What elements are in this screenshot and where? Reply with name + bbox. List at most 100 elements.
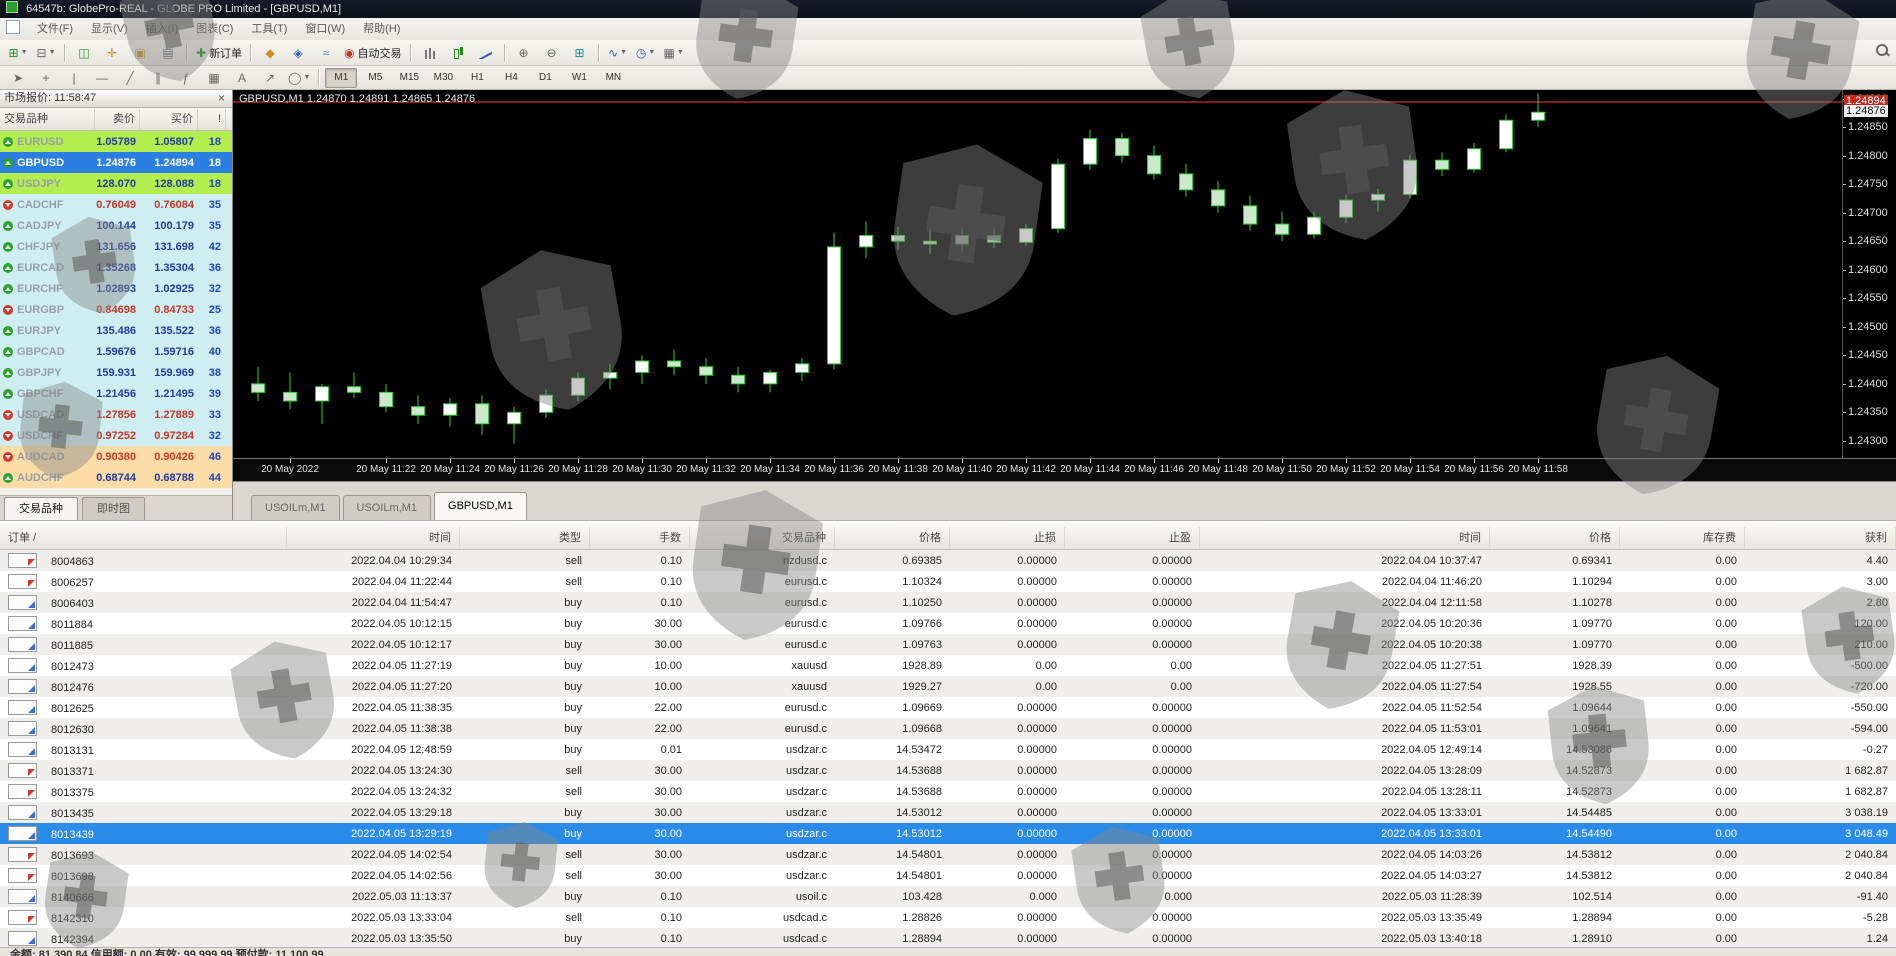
orders-column-header[interactable]: 交易品种 <box>690 527 835 549</box>
market-watch-row[interactable]: GBPCHF1.214561.2149539 <box>0 383 232 404</box>
grid-button[interactable]: ▦ <box>201 67 227 89</box>
tile-windows-button[interactable]: ⊞ <box>567 42 593 64</box>
time-axis[interactable]: 20 May 202220 May 11:2220 May 11:2420 Ma… <box>233 459 1843 482</box>
timeframe-mn[interactable]: MN <box>597 68 629 88</box>
orders-column-header[interactable]: 价格 <box>1490 527 1620 549</box>
menu-item[interactable]: 窗口(W) <box>296 18 354 40</box>
line-chart-button[interactable] <box>473 42 499 64</box>
order-row[interactable]: 80134352022.04.05 13:29:18buy30.00usdzar… <box>0 802 1896 823</box>
signals-button[interactable]: ≈ <box>313 42 339 64</box>
close-icon[interactable]: × <box>215 90 228 107</box>
orders-column-header[interactable]: 时间 <box>1200 527 1490 549</box>
market-watch-button[interactable]: ◫ <box>71 42 97 64</box>
search-icon[interactable] <box>1876 44 1888 56</box>
market-watch-row[interactable]: EURUSD1.057891.0580718 <box>0 131 232 152</box>
orders-column-header[interactable]: 获利 <box>1745 527 1896 549</box>
market-watch-row[interactable]: USDCAD1.278561.2788933 <box>0 404 232 425</box>
orders-column-header[interactable]: 手数 <box>590 527 690 549</box>
timeframe-h4[interactable]: H4 <box>495 68 527 88</box>
horizontal-line-button[interactable]: — <box>89 67 115 89</box>
new-chart-button[interactable]: ⊞▼ <box>5 42 31 64</box>
mw-column-header[interactable]: 卖价 <box>95 109 140 130</box>
menu-item[interactable]: 插入(I) <box>137 18 187 40</box>
market-watch-row[interactable]: AUDCAD0.903800.9042646 <box>0 446 232 467</box>
chart-tab[interactable]: USOILm,M1 <box>251 495 340 520</box>
price-axis[interactable]: 1.249001.248501.248001.247501.247001.246… <box>1842 90 1896 458</box>
market-watch-row[interactable]: EURCHF1.028931.0292532 <box>0 278 232 299</box>
menu-item[interactable]: 帮助(H) <box>354 18 409 40</box>
orders-column-header[interactable]: 时间 <box>287 527 460 549</box>
market-watch-row[interactable]: AUDCHF0.687440.6878844 <box>0 467 232 488</box>
market-watch-row[interactable]: CHFJPY131.656131.69842 <box>0 236 232 257</box>
timeframe-m15[interactable]: M15 <box>393 68 425 88</box>
tester-button[interactable]: ▤ <box>155 42 181 64</box>
timeframe-d1[interactable]: D1 <box>529 68 561 88</box>
periods-button[interactable]: ◷▼ <box>633 42 659 64</box>
order-row[interactable]: 81423942022.05.03 13:35:50buy0.10usdcad.… <box>0 928 1896 949</box>
vertical-line-button[interactable]: | <box>61 67 87 89</box>
chart-plot-area[interactable]: GBPUSD,M1 1.24870 1.24891 1.24865 1.2487… <box>233 90 1896 459</box>
order-row[interactable]: 80118852022.04.05 10:12:17buy30.00eurusd… <box>0 634 1896 655</box>
channel-button[interactable]: ∥ <box>145 67 171 89</box>
market-watch-row[interactable]: CADCHF0.760490.7608435 <box>0 194 232 215</box>
timeframe-m5[interactable]: M5 <box>359 68 391 88</box>
menu-item[interactable]: 图表(C) <box>187 18 242 40</box>
metaeditor-button[interactable]: ◆ <box>257 42 283 64</box>
orders-column-header[interactable]: 类型 <box>460 527 590 549</box>
orders-column-header[interactable]: 止损 <box>950 527 1065 549</box>
chart-tab[interactable]: GBPUSD,M1 <box>434 492 527 520</box>
market-watch-row[interactable]: USDCHF0.972520.9728432 <box>0 425 232 446</box>
order-row[interactable]: 80124762022.04.05 11:27:20buy10.00xauusd… <box>0 676 1896 697</box>
timeframe-w1[interactable]: W1 <box>563 68 595 88</box>
order-row[interactable]: 80133712022.04.05 13:24:30sell30.00usdza… <box>0 760 1896 781</box>
order-row[interactable]: 80131312022.04.05 12:48:59buy0.01usdzar.… <box>0 739 1896 760</box>
mw-column-header[interactable]: 买价 <box>140 109 198 130</box>
templates-button[interactable]: ▦▼ <box>661 42 687 64</box>
candlestick-chart-button[interactable] <box>445 42 471 64</box>
auto-trading-button[interactable]: ◉自动交易 <box>341 42 404 64</box>
arrows-button[interactable]: ↗ <box>257 67 283 89</box>
order-row[interactable]: 80126302022.04.05 11:38:38buy22.00eurusd… <box>0 718 1896 739</box>
menu-item[interactable]: 文件(F) <box>28 18 82 40</box>
order-row[interactable]: 80062572022.04.04 11:22:44sell0.10eurusd… <box>0 571 1896 592</box>
crosshair-button[interactable]: + <box>33 67 59 89</box>
cursor-button[interactable]: ➤ <box>5 67 31 89</box>
mw-column-header[interactable]: 交易品种 <box>0 109 95 130</box>
order-row[interactable]: 80134392022.04.05 13:29:19buy30.00usdzar… <box>0 823 1896 844</box>
menu-item[interactable]: 显示(V) <box>82 18 137 40</box>
orders-column-header[interactable]: 止盈 <box>1065 527 1200 549</box>
new-order-button[interactable]: ✚新订单 <box>193 42 245 64</box>
market-watch-row[interactable]: EURGBP0.846980.8473325 <box>0 299 232 320</box>
orders-column-header[interactable]: 价格 <box>835 527 950 549</box>
order-row[interactable]: 80133752022.04.05 13:24:32sell30.00usdza… <box>0 781 1896 802</box>
profiles-button[interactable]: ⊟▼ <box>33 42 59 64</box>
market-watch-tab[interactable]: 即时图 <box>82 497 145 520</box>
market-watch-row[interactable]: GBPUSD1.248761.2489418 <box>0 152 232 173</box>
order-row[interactable]: 80136982022.04.05 14:02:56sell30.00usdza… <box>0 865 1896 886</box>
zoom-out-button[interactable]: ⊖ <box>539 42 565 64</box>
order-row[interactable]: 80064032022.04.04 11:54:47buy0.10eurusd.… <box>0 592 1896 613</box>
order-row[interactable]: 80124732022.04.05 11:27:19buy10.00xauusd… <box>0 655 1896 676</box>
timeframe-m30[interactable]: M30 <box>427 68 459 88</box>
market-watch-row[interactable]: EURCAD1.352681.3530436 <box>0 257 232 278</box>
expert-advisors-button[interactable]: ◈ <box>285 42 311 64</box>
market-watch-row[interactable]: CADJPY100.144100.17935 <box>0 215 232 236</box>
orders-column-header[interactable]: 订单 / <box>0 527 287 549</box>
market-watch-tab[interactable]: 交易品种 <box>4 497 78 520</box>
order-row[interactable]: 81423102022.05.03 13:33:04sell0.10usdcad… <box>0 907 1896 928</box>
order-row[interactable]: 80048632022.04.04 10:29:34sell0.10nzdusd… <box>0 550 1896 571</box>
market-watch-row[interactable]: GBPCAD1.596761.5971640 <box>0 341 232 362</box>
order-row[interactable]: 80136932022.04.05 14:02:54sell30.00usdza… <box>0 844 1896 865</box>
shapes-button[interactable]: ◯▼ <box>285 67 313 89</box>
order-row[interactable]: 81406662022.05.03 11:13:37buy0.10usoil.c… <box>0 886 1896 907</box>
text-button[interactable]: A <box>229 67 255 89</box>
timeframe-m1[interactable]: M1 <box>325 68 357 88</box>
order-row[interactable]: 80126252022.04.05 11:38:35buy22.00eurusd… <box>0 697 1896 718</box>
orders-column-header[interactable]: 库存费 <box>1620 527 1745 549</box>
zoom-in-button[interactable]: ⊕ <box>511 42 537 64</box>
timeframe-h1[interactable]: H1 <box>461 68 493 88</box>
market-watch-row[interactable]: EURJPY135.486135.52236 <box>0 320 232 341</box>
fibonacci-button[interactable]: ƒ <box>173 67 199 89</box>
market-watch-row[interactable]: GBPJPY159.931159.96938 <box>0 362 232 383</box>
trendline-button[interactable]: ╱ <box>117 67 143 89</box>
